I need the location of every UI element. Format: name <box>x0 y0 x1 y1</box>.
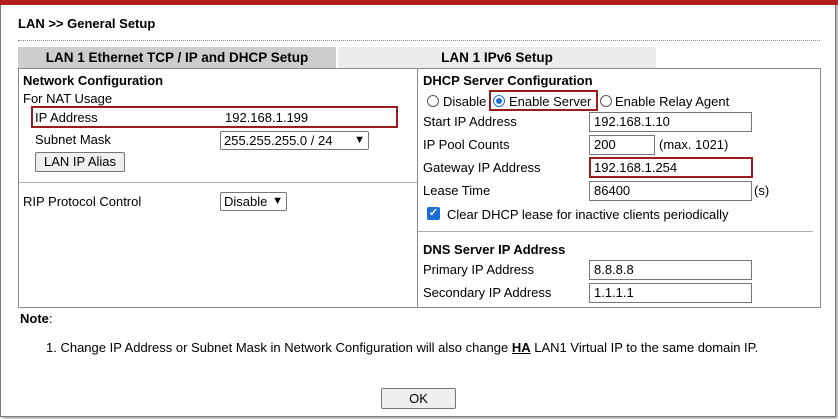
primary-dns-input[interactable]: 8.8.8.8 <box>589 260 752 280</box>
dns-heading: DNS Server IP Address <box>423 242 566 257</box>
dhcp-disable-label: Disable <box>443 94 487 109</box>
rip-protocol-value: Disable <box>224 194 268 209</box>
start-ip-label: Start IP Address <box>423 114 517 129</box>
note-colon: : <box>48 311 53 326</box>
lease-time-input[interactable]: 86400 <box>589 181 752 201</box>
ok-button[interactable]: OK <box>381 388 456 409</box>
ip-address-input[interactable]: 192.168.1.199 <box>225 110 308 125</box>
secondary-dns-input[interactable]: 1.1.1.1 <box>589 283 752 303</box>
title-divider <box>18 40 820 41</box>
lease-time-unit: (s) <box>754 183 770 198</box>
start-ip-input[interactable]: 192.168.1.10 <box>589 112 752 132</box>
lan-ip-alias-button[interactable]: LAN IP Alias <box>35 152 125 172</box>
primary-dns-label: Primary IP Address <box>423 262 535 277</box>
top-accent-bar <box>0 0 838 5</box>
column-divider <box>417 69 418 307</box>
rip-protocol-select[interactable]: Disable ▼ <box>220 192 287 211</box>
chevron-down-icon: ▼ <box>272 195 283 207</box>
dhcp-enable-server-label: Enable Server <box>509 94 592 109</box>
chevron-down-icon: ▼ <box>354 134 365 146</box>
settings-panel: Network Configuration For NAT Usage IP A… <box>18 68 821 308</box>
lease-time-label: Lease Time <box>423 183 491 198</box>
note-text-prefix: 1. Change IP Address or Subnet Mask in N… <box>46 340 512 355</box>
subnet-mask-select[interactable]: 255.255.255.0 / 24 ▼ <box>220 131 369 150</box>
ip-pool-max-hint: (max. 1021) <box>659 137 729 152</box>
note-label: Note <box>20 311 49 326</box>
clear-lease-checkbox[interactable]: ✓ <box>427 207 440 220</box>
ip-pool-input[interactable]: 200 <box>589 135 655 155</box>
dhcp-disable-radio[interactable] <box>427 95 439 107</box>
gateway-ip-label: Gateway IP Address <box>423 160 541 175</box>
clear-lease-label: Clear DHCP lease for inactive clients pe… <box>447 207 729 222</box>
subnet-mask-label: Subnet Mask <box>35 132 111 147</box>
note-ha-emphasis: HA <box>511 340 531 355</box>
note-line-1: 1. Change IP Address or Subnet Mask in N… <box>46 340 758 355</box>
dhcp-config-heading: DHCP Server Configuration <box>423 73 593 88</box>
gateway-ip-input[interactable]: 192.168.1.254 <box>594 160 677 175</box>
subnet-mask-value: 255.255.255.0 / 24 <box>224 133 333 148</box>
network-config-heading: Network Configuration <box>23 73 164 88</box>
dhcp-relay-agent-radio[interactable] <box>600 95 612 107</box>
left-section-divider <box>19 182 417 183</box>
tab-lan1-ipv6[interactable]: LAN 1 IPv6 Setup <box>338 47 656 68</box>
secondary-dns-label: Secondary IP Address <box>423 285 552 300</box>
ip-address-label: IP Address <box>35 110 98 125</box>
note-heading: Note: <box>20 311 53 326</box>
dhcp-relay-agent-label: Enable Relay Agent <box>615 94 730 109</box>
rip-protocol-label: RIP Protocol Control <box>23 194 142 209</box>
for-nat-label: For NAT Usage <box>23 91 113 106</box>
tab-lan1-ethernet[interactable]: LAN 1 Ethernet TCP / IP and DHCP Setup <box>18 47 336 68</box>
note-text-suffix: LAN1 Virtual IP to the same domain IP. <box>530 340 759 355</box>
ip-pool-label: IP Pool Counts <box>423 137 510 152</box>
right-section-divider <box>418 231 813 232</box>
dhcp-enable-server-radio[interactable] <box>493 95 505 107</box>
page-title: LAN >> General Setup <box>18 16 156 31</box>
